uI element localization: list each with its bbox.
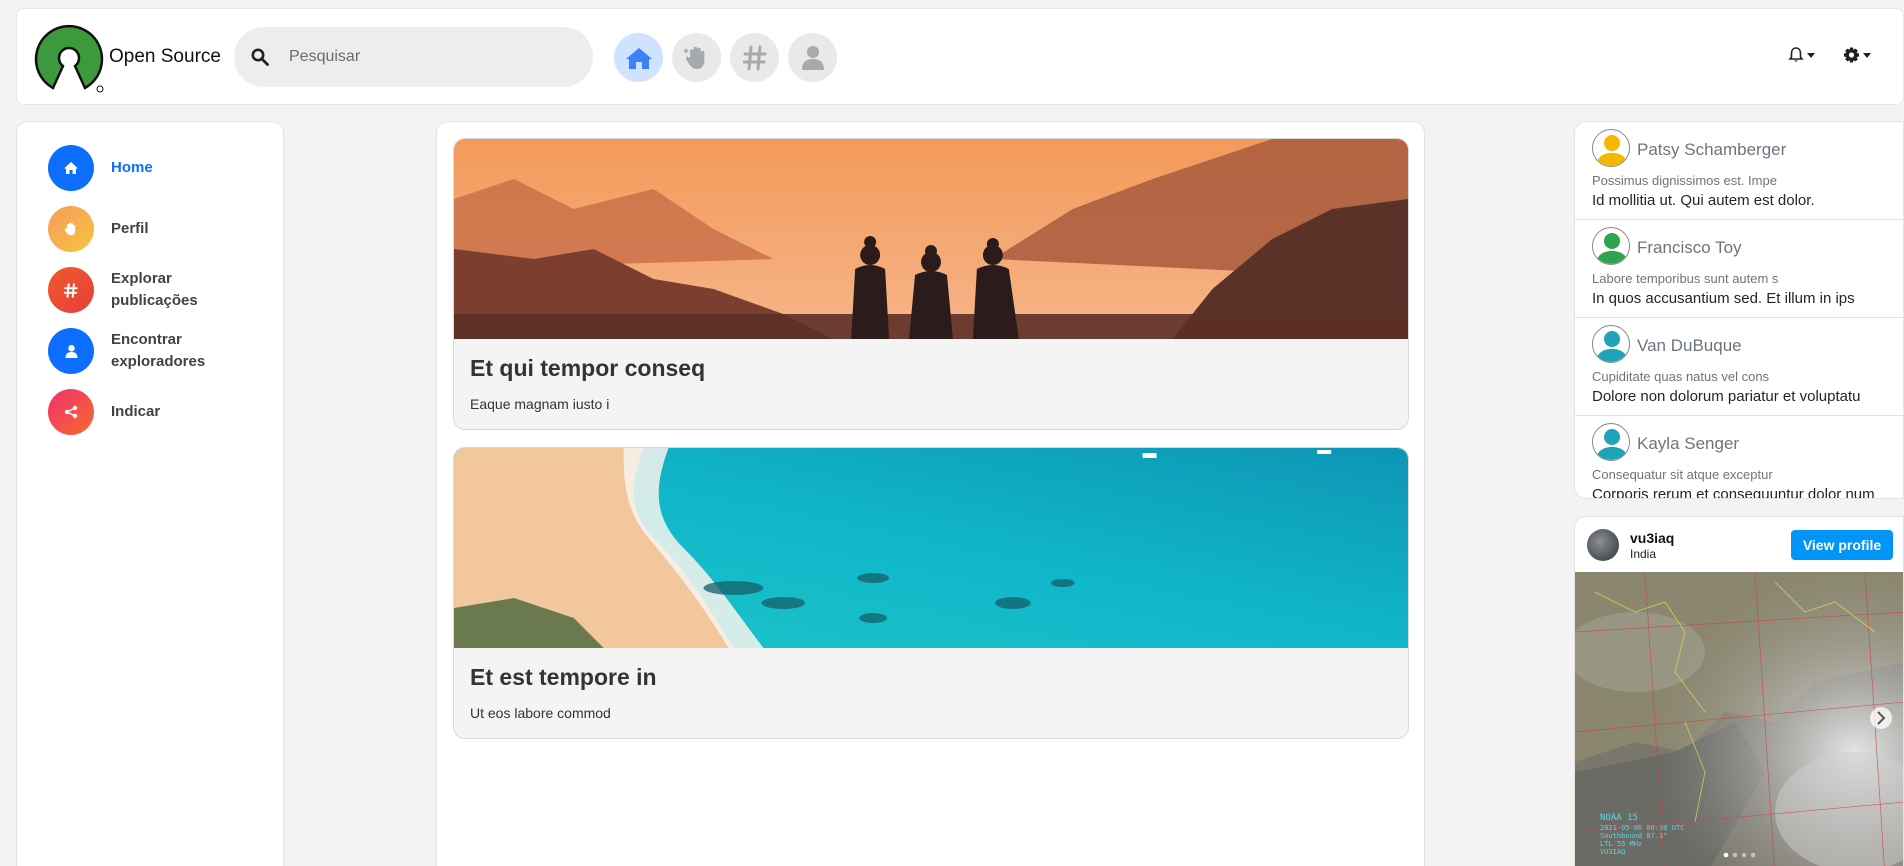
notifications-dropdown[interactable] — [1788, 47, 1815, 63]
avatar — [1592, 325, 1630, 363]
embed-location: India — [1630, 547, 1657, 561]
overlay-line-4: LTL 55 MHz — [1600, 840, 1642, 848]
people-list: Patsy Schamberger Possimus dignissimos e… — [1574, 121, 1904, 499]
post-title: Et est tempore in — [470, 664, 657, 690]
person-name: Patsy Schamberger — [1637, 140, 1787, 159]
bell-icon — [1788, 47, 1804, 62]
avatar[interactable] — [1587, 529, 1619, 561]
person-name: Francisco Toy — [1637, 238, 1742, 257]
person-message: Dolore non dolorum pariatur et voluptatu — [1592, 388, 1861, 405]
sidebar-item-label: Home — [111, 159, 153, 176]
user-icon — [48, 328, 94, 374]
post-card[interactable]: Et qui tempor conseq Eaque magnam iusto … — [453, 138, 1409, 430]
list-item[interactable]: Francisco Toy Labore temporibus sunt aut… — [1575, 220, 1903, 318]
person-subtitle: Labore temporibus sunt autem s — [1592, 271, 1779, 286]
nav-user-button[interactable] — [788, 33, 837, 82]
user-icon — [801, 45, 824, 70]
sidebar-item-home[interactable]: Home — [48, 145, 221, 191]
post-title: Et qui tempor conseq — [470, 355, 706, 381]
list-item[interactable]: Patsy Schamberger Possimus dignissimos e… — [1575, 122, 1903, 220]
view-profile-button[interactable]: View profile — [1791, 530, 1893, 560]
sidebar-item-label: Encontrar exploradores — [111, 331, 206, 370]
person-name: Kayla Senger — [1637, 434, 1740, 453]
search-box[interactable] — [234, 27, 593, 87]
overlay-line-1: NOAA 15 — [1600, 813, 1638, 823]
hand-icon — [48, 206, 94, 252]
post-image-sunset — [454, 139, 1408, 339]
sidebar-item-find-explorers[interactable]: Encontrar exploradores — [48, 328, 221, 374]
person-subtitle: Consequatur sit atque exceptur — [1592, 467, 1773, 482]
nav-profile-button[interactable] — [672, 33, 721, 82]
nav-explore-button[interactable] — [730, 33, 779, 82]
nav-home-button[interactable] — [614, 33, 663, 82]
sidebar-item-label: Explorar publicações — [111, 270, 198, 309]
open-source-logo[interactable] — [33, 22, 105, 94]
search-input[interactable] — [289, 41, 569, 73]
person-subtitle: Cupiditate quas natus vel cons — [1592, 369, 1770, 384]
post-image-beach — [454, 448, 1408, 648]
list-item[interactable]: Van DuBuque Cupiditate quas natus vel co… — [1575, 318, 1903, 416]
hashtag-icon — [48, 267, 94, 313]
avatar — [1592, 129, 1630, 167]
embed-username[interactable]: vu3iaq — [1630, 530, 1674, 546]
list-item[interactable]: Kayla Senger Consequatur sit atque excep… — [1575, 416, 1903, 499]
satellite-image: NOAA 15 2021-05-06 00:30 UTC Southbound … — [1575, 572, 1903, 866]
sidebar-item-explore[interactable]: Explorar publicações — [48, 267, 221, 313]
avatar — [1592, 423, 1630, 461]
search-icon — [251, 48, 269, 66]
brand-name[interactable]: Open Source — [109, 46, 221, 68]
post-text: Eaque magnam iusto i — [470, 396, 610, 412]
post-text: Ut eos labore commod — [470, 705, 611, 721]
instagram-embed: vu3iaq India View profile NOAA 15 2021-0… — [1574, 516, 1904, 866]
overlay-line-2: 2021-05-06 00:30 UTC — [1600, 824, 1684, 832]
sidebar-item-refer[interactable]: Indicar — [48, 389, 221, 435]
home-icon — [48, 145, 94, 191]
settings-dropdown[interactable] — [1843, 47, 1871, 64]
avatar — [1592, 227, 1630, 265]
feed: Et qui tempor conseq Eaque magnam iusto … — [436, 121, 1425, 866]
overlay-line-5: VU3IAQ — [1600, 848, 1625, 856]
overlay-line-3: Southbound 87.1° — [1600, 832, 1667, 840]
sidebar-item-profile[interactable]: Perfil — [48, 206, 221, 252]
person-message: In quos accusantium sed. Et illum in ips — [1592, 290, 1855, 307]
person-name: Van DuBuque — [1637, 336, 1742, 355]
left-sidebar: Home Perfil Explorar publicações Encontr… — [16, 121, 284, 866]
post-card[interactable]: Et est tempore in Ut eos labore commod — [453, 447, 1409, 739]
sidebar-item-label: Perfil — [111, 220, 149, 237]
hand-icon — [682, 46, 704, 69]
sidebar-item-label: Indicar — [111, 403, 161, 420]
share-icon — [48, 389, 94, 435]
chevron-down-icon — [1807, 52, 1815, 58]
gear-icon — [1844, 47, 1859, 63]
person-message: Corporis rerum et consequuntur dolor num — [1592, 486, 1875, 499]
home-icon — [625, 47, 652, 69]
carousel-next-button[interactable] — [1870, 707, 1892, 729]
top-navbar: Open Source — [16, 8, 1904, 105]
person-message: Id mollitia ut. Qui autem est dolor. — [1592, 192, 1815, 209]
chevron-down-icon — [1863, 53, 1871, 58]
person-subtitle: Possimus dignissimos est. Impe — [1592, 173, 1777, 188]
hashtag-icon — [742, 45, 766, 70]
